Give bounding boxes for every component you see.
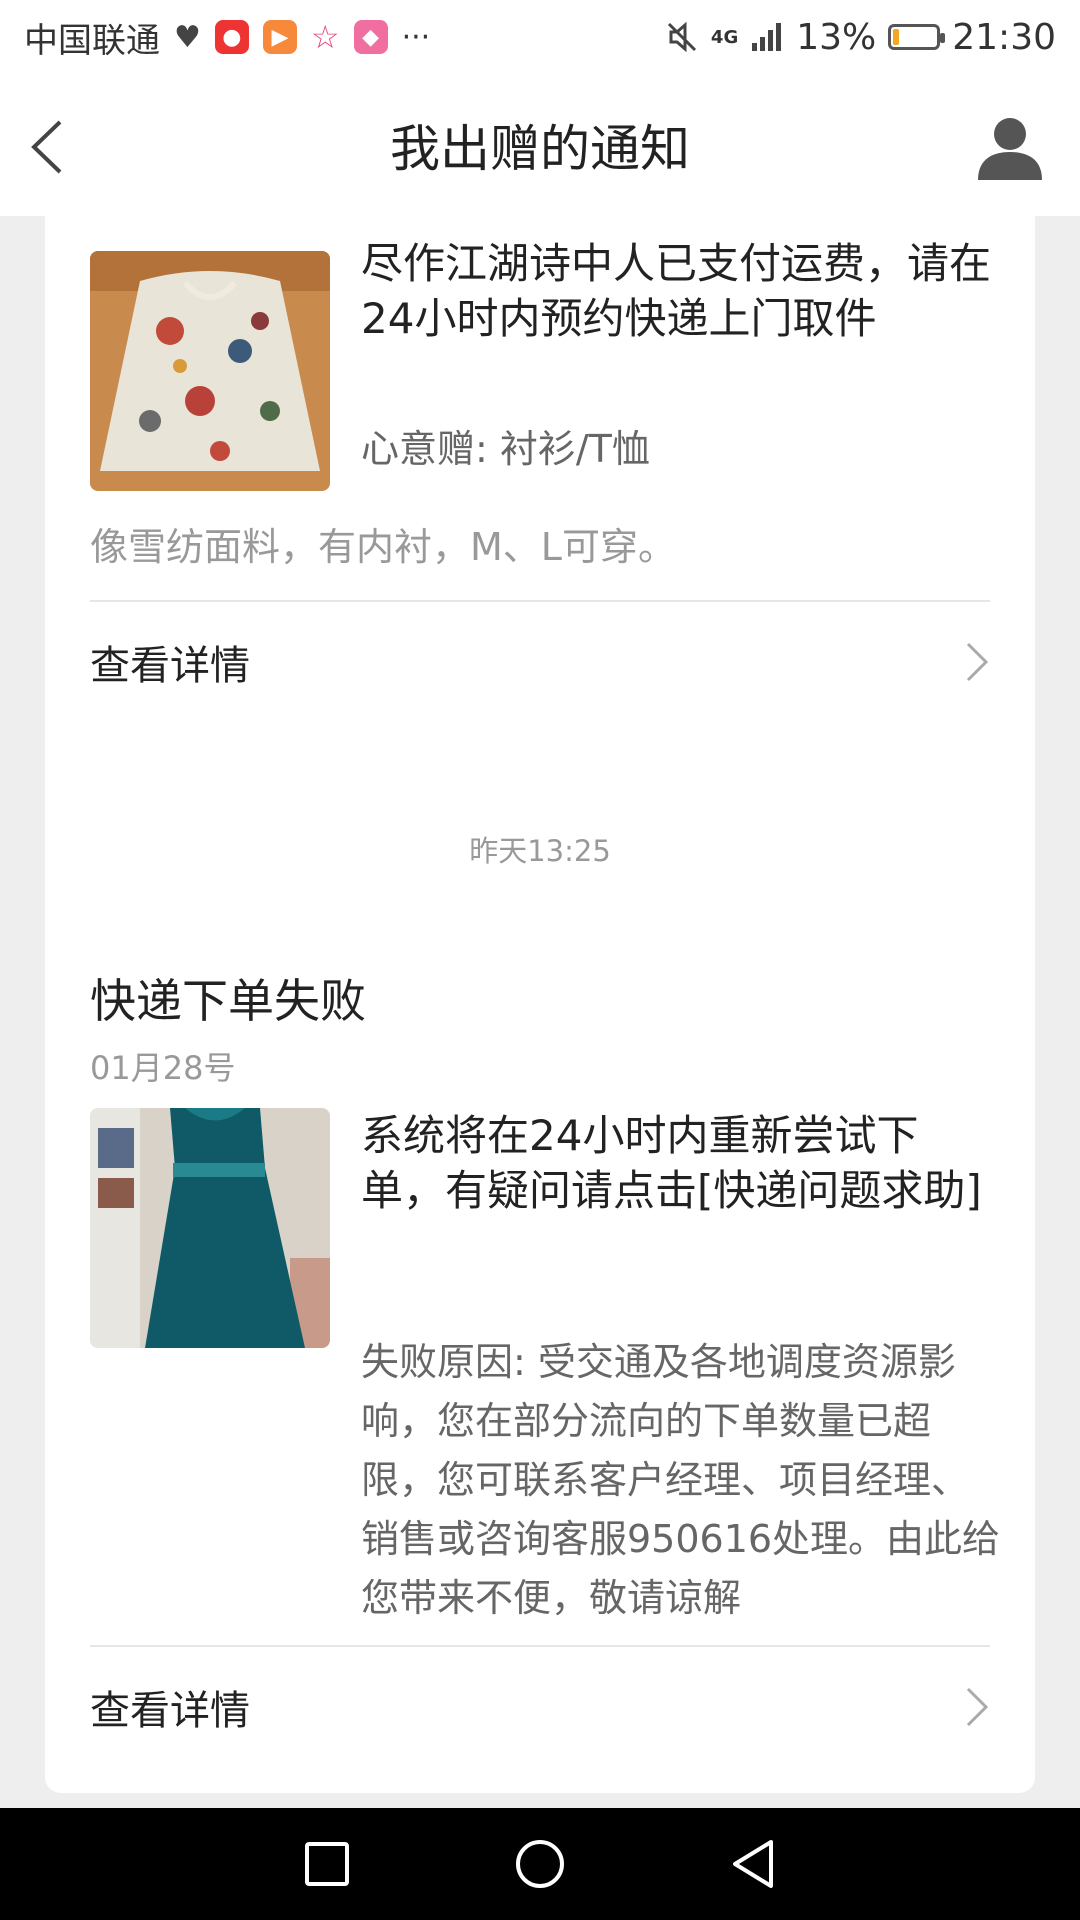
dress-image (90, 1108, 330, 1348)
notification-message: 尽作江湖诗中人已支付运费，请在24小时内预约快递上门取件 (361, 239, 992, 343)
home-button[interactable] (510, 1834, 570, 1894)
battery-percent: 13% (796, 16, 877, 58)
battery-level (893, 29, 899, 45)
notification-date: 01月28号 (90, 1049, 236, 1087)
page-title: 我出赠的通知 (390, 120, 690, 178)
system-nav-bar (0, 1808, 1080, 1920)
back-icon[interactable] (24, 112, 84, 182)
battery-icon (888, 24, 946, 50)
failure-reason: 失败原因: 受交通及各地调度资源影响，您在部分流向的下单数量已超限，您可联系客户… (361, 1340, 1001, 1620)
mute-icon (667, 21, 696, 53)
item-category: 心意赠: 衬衫/T恤 (361, 427, 650, 471)
weibo-icon: ● (214, 20, 249, 54)
video-app-icon: ▶ (262, 20, 297, 54)
app-header: 我出赠的通知 (0, 74, 1080, 216)
notification-list[interactable]: 尽作江湖诗中人已支付运费，请在24小时内预约快递上门取件 心意赠: 衬衫/T恤 … (0, 216, 1080, 1808)
status-right: 4G 13% 21:30 (665, 17, 1056, 58)
triangle-back-icon (733, 1840, 774, 1888)
chevron-right-icon (966, 642, 989, 682)
user-profile-icon[interactable] (974, 110, 1046, 182)
star-app-icon: ☆ (310, 18, 340, 56)
notification-message: 系统将在24小时内重新尝试下单，有疑问请点击[快递问题求助] (361, 1111, 982, 1215)
square-icon (304, 1842, 349, 1886)
notification-title: 快递下单失败 (90, 974, 366, 1028)
heart-icon: ♥ (174, 19, 201, 55)
circle-icon (515, 1840, 564, 1888)
view-details-link[interactable]: 查看详情 (45, 602, 1035, 722)
view-details-label: 查看详情 (90, 643, 250, 689)
network-type: 4G (710, 26, 739, 48)
view-details-link[interactable]: 查看详情 (45, 1647, 1035, 1767)
more-notifications: ··· (401, 19, 431, 55)
item-thumbnail[interactable] (90, 1108, 330, 1348)
item-thumbnail[interactable] (90, 251, 330, 491)
blouse-image (90, 251, 330, 491)
back-button[interactable] (723, 1834, 783, 1894)
item-description: 像雪纺面料，有内衬，M、L可穿。 (90, 525, 676, 569)
recent-apps-button[interactable] (297, 1834, 357, 1894)
view-details-label: 查看详情 (90, 1688, 250, 1734)
carrier-label: 中国联通 (24, 20, 160, 61)
chevron-right-icon (966, 1687, 989, 1727)
status-bar: 中国联通 ♥ ● ▶ ☆ ◆ ··· 4G 13% 21:30 (0, 0, 1080, 74)
signal-icon (752, 23, 782, 51)
status-left: 中国联通 ♥ ● ▶ ☆ ◆ ··· (24, 13, 430, 62)
timestamp: 昨天13:25 (469, 834, 611, 868)
notification-card: 快递下单失败 01月28号 系统将在24小时内重新尝试下单，有疑问请点击[快递问… (45, 923, 1035, 1793)
shop-app-icon: ◆ (353, 20, 388, 54)
clock: 21:30 (952, 16, 1056, 58)
